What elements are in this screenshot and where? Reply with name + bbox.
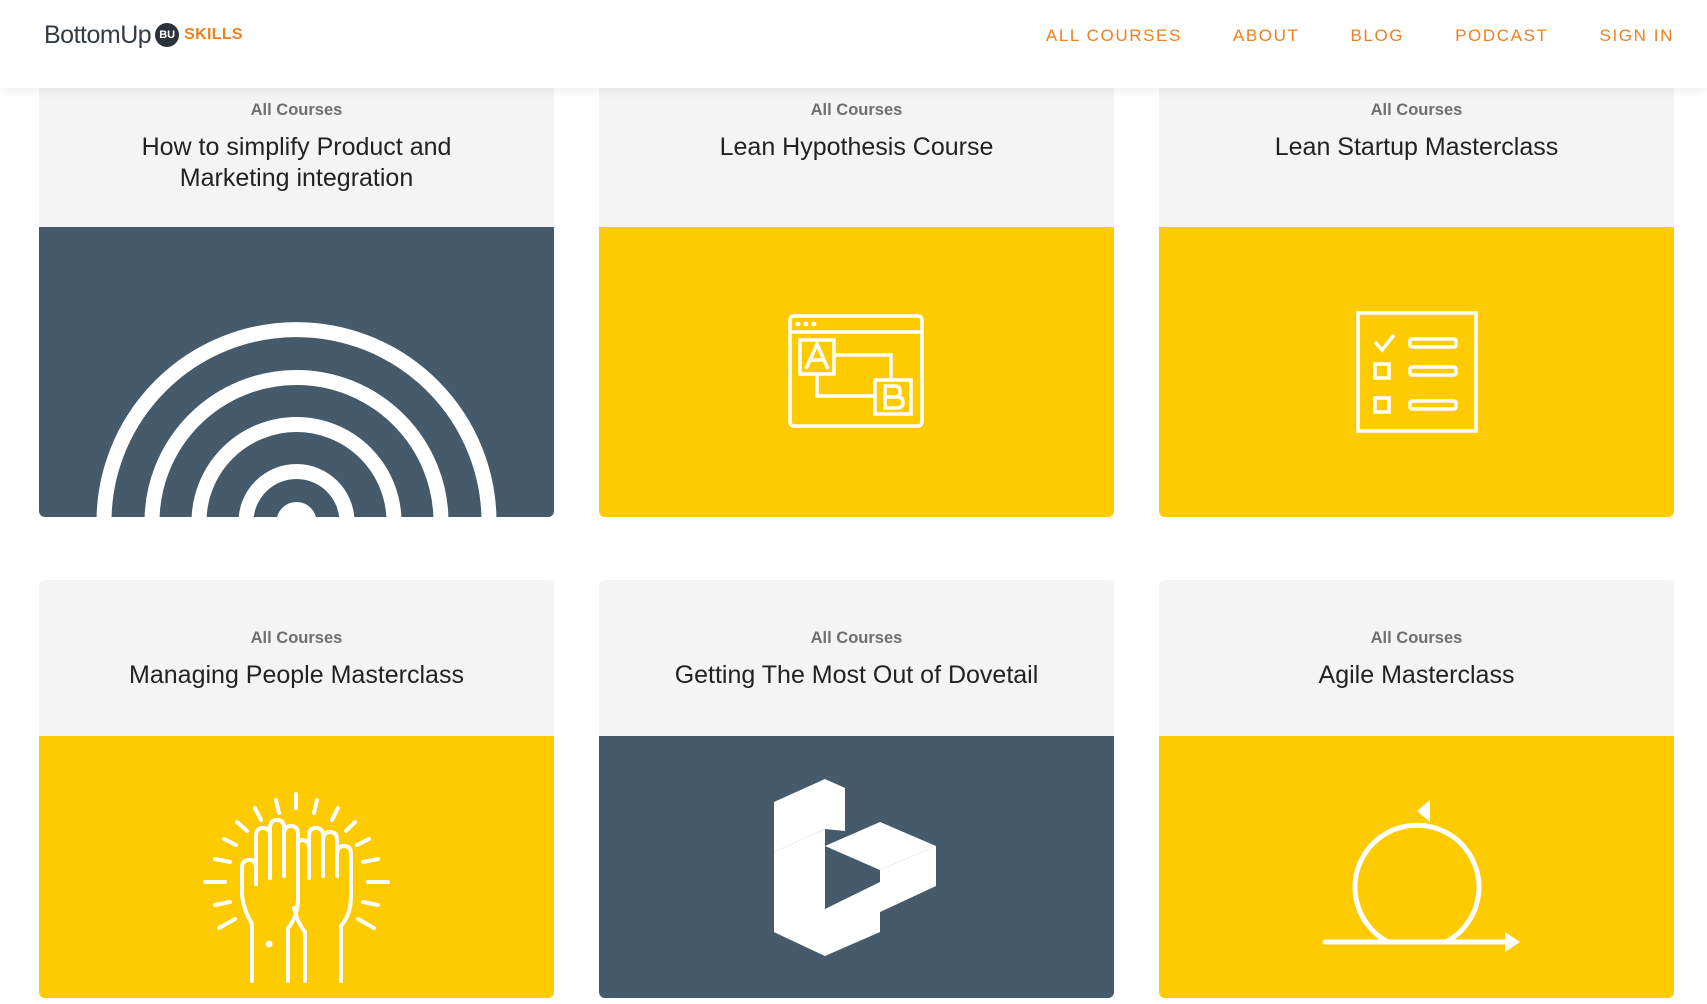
card-header: All Courses Managing People Masterclass (39, 580, 554, 736)
card-header: All Courses Lean Startup Masterclass (1159, 70, 1674, 227)
card-category: All Courses (1370, 629, 1463, 647)
course-card[interactable]: All Courses Getting The Most Out of Dove… (599, 580, 1114, 998)
card-category: All Courses (810, 629, 903, 647)
logo-badge: BU (155, 23, 180, 47)
nav-sign-in[interactable]: SIGN IN (1600, 26, 1675, 46)
course-card[interactable]: All Courses Managing People Masterclass (39, 580, 554, 998)
logo-skills-label: SKILLS (184, 26, 243, 43)
card-title: How to simplify Product and Marketing in… (141, 133, 452, 192)
card-image (39, 227, 554, 517)
dovetail-logo-icon (774, 779, 936, 956)
card-title: Agile Masterclass (1318, 661, 1515, 689)
card-image (39, 736, 554, 998)
agile-loop-icon (1322, 800, 1520, 952)
card-title: Lean Startup Masterclass (1274, 133, 1559, 161)
course-card[interactable]: All Courses Lean Hypothesis Course (599, 70, 1114, 517)
card-header: All Courses Getting The Most Out of Dove… (599, 580, 1114, 736)
course-card[interactable]: All Courses Lean Startup Masterclass (1159, 70, 1674, 517)
card-header: All Courses How to simplify Product and … (39, 70, 554, 227)
ab-test-icon (787, 314, 924, 428)
concentric-arcs-icon (96, 322, 497, 517)
course-card[interactable]: All Courses How to simplify Product and … (39, 70, 554, 517)
card-title: Lean Hypothesis Course (719, 133, 994, 161)
card-title: Getting The Most Out of Dovetail (674, 661, 1039, 689)
card-category: All Courses (250, 629, 343, 647)
card-image (599, 736, 1114, 998)
card-category: All Courses (250, 101, 343, 119)
card-category: All Courses (1370, 101, 1463, 119)
card-image (1159, 736, 1674, 998)
card-header: All Courses Lean Hypothesis Course (599, 70, 1114, 227)
card-image (599, 227, 1114, 517)
site-header: BottomUp BU SKILLS ALL COURSES ABOUT BLO… (0, 0, 1707, 88)
card-category: All Courses (810, 101, 903, 119)
card-header: All Courses Agile Masterclass (1159, 580, 1674, 736)
high-five-icon (203, 792, 390, 983)
nav-podcast[interactable]: PODCAST (1455, 26, 1548, 46)
course-card[interactable]: All Courses Agile Masterclass (1159, 580, 1674, 998)
nav-blog[interactable]: BLOG (1350, 26, 1404, 46)
checklist-icon (1355, 311, 1478, 433)
main-nav: ALL COURSES ABOUT BLOG PODCAST SIGN IN (1046, 26, 1674, 46)
card-image (1159, 227, 1674, 517)
page: All Courses How to simplify Product and … (0, 0, 1707, 1004)
nav-all-courses[interactable]: ALL COURSES (1046, 26, 1182, 46)
logo-wordmark: BottomUp (44, 20, 152, 49)
nav-about[interactable]: ABOUT (1233, 26, 1300, 46)
card-title: Managing People Masterclass (129, 661, 464, 689)
site-logo[interactable]: BottomUp BU SKILLS (44, 18, 243, 52)
